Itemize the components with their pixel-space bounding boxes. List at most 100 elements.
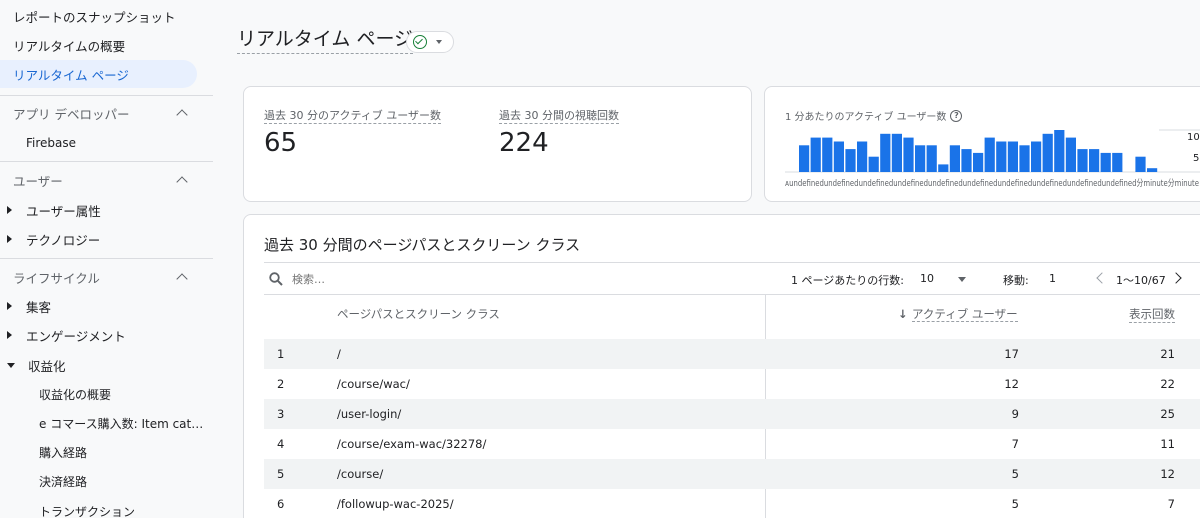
chart-bar[interactable] [996,141,1007,173]
row-page-path[interactable]: /course/exam-wac/32278/ [337,437,486,451]
chart-bar[interactable] [949,145,960,172]
sidebar-section-lifecycle[interactable]: ライフサイクル [13,263,188,291]
sidebar-item-report-snapshot[interactable]: レポートのスナップショット [13,2,176,30]
views-label[interactable]: 過去 30 分間の視聴回数 [499,109,619,124]
sidebar-item-transactions[interactable]: トランザクション [39,497,135,518]
row-index: 4 [277,437,285,451]
row-views: 25 [1160,407,1175,421]
sidebar-divider [0,95,213,96]
table-row[interactable]: 2 /course/wac/ 12 22 [264,369,1200,399]
chart-bar[interactable] [833,141,844,173]
column-header-active-users[interactable]: ↓ アクティブ ユーザー [898,306,1018,322]
table-row[interactable]: 4 /course/exam-wac/32278/ 7 11 [264,429,1200,459]
expand-arrow-icon [7,235,12,243]
sidebar-item-monetization[interactable]: 収益化 [7,351,66,379]
sidebar-item-realtime-overview[interactable]: リアルタイムの概要 [13,31,125,59]
sidebar-item-firebase[interactable]: Firebase [26,129,76,157]
sidebar-item-engagement[interactable]: エンゲージメント [7,321,126,349]
chart-bar[interactable] [1089,149,1100,172]
row-page-path[interactable]: /followup-wac-2025/ [337,497,454,511]
caret-down-icon[interactable] [958,277,966,282]
sidebar-section-user[interactable]: ユーザー [13,166,188,194]
row-active-users: 17 [1004,347,1019,361]
active-users-per-minute-card: 1 分あたりのアクティブ ユーザー数 ? 10 5 ᴀundefinedunde… [764,86,1200,202]
row-page-path[interactable]: /course/ [337,467,383,481]
chart-bar[interactable] [1031,141,1042,173]
sidebar-item-acquisition[interactable]: 集客 [7,292,51,320]
chart-bar[interactable] [961,149,972,172]
section-label: アプリ デベロッパー [13,106,130,122]
chart-bar[interactable] [1019,145,1030,172]
chart-bar[interactable] [1042,133,1053,172]
row-views: 7 [1167,497,1175,511]
column-header-views[interactable]: 表示回数 [1129,306,1175,323]
chart-bar[interactable] [926,145,937,172]
table-row[interactable]: 6 /followup-wac-2025/ 5 7 [264,489,1200,518]
chart-bar[interactable] [1100,152,1111,172]
y-tick-label: 10 [1187,132,1200,143]
table-row[interactable]: 5 /course/ 5 12 [264,459,1200,489]
chevron-up-icon [176,109,188,121]
row-index: 5 [277,467,285,481]
chart-bar[interactable] [973,152,984,172]
chart-bar[interactable] [822,137,833,172]
sparkline-bars [799,130,1158,173]
sidebar-item-technology[interactable]: テクノロジー [7,225,100,253]
search-input[interactable] [292,270,492,288]
chart-bar[interactable] [1054,130,1065,172]
pages-table-card: 過去 30 分間のページパスとスクリーン クラス 1 ページあたりの行数: 10… [243,214,1200,518]
chart-bar[interactable] [891,133,902,172]
chart-bar[interactable] [1007,141,1018,173]
prev-page-icon[interactable] [1096,272,1108,284]
item-label: ユーザー属性 [26,203,101,219]
goto-page-input[interactable]: 1 [1049,272,1056,285]
sidebar-item-checkout-journey[interactable]: 決済経路 [39,467,87,495]
row-page-path[interactable]: /user-login/ [337,407,401,421]
chart-bar[interactable] [915,145,926,172]
chart-bar[interactable] [880,133,891,172]
chart-bar[interactable] [1077,149,1088,172]
item-label: 集客 [26,299,52,315]
column-header-page-path[interactable]: ページパスとスクリーン クラス [337,306,500,322]
row-active-users: 9 [1011,407,1019,421]
rows-per-page-label: 1 ページあたりの行数: [791,274,904,287]
next-page-icon[interactable] [1170,272,1182,284]
chart-bar[interactable] [1147,168,1158,172]
goto-label: 移動: [1003,274,1029,287]
sidebar-item-realtime-pages[interactable]: リアルタイム ページ [0,60,197,88]
row-index: 1 [277,347,285,361]
sidebar-item-ecommerce-purchases[interactable]: e コマース購入数: Item cat… [39,409,203,437]
sidebar: レポートのスナップショット リアルタイムの概要 リアルタイム ページ アプリ デ… [0,0,213,518]
sidebar-item-purchase-journey[interactable]: 購入経路 [39,438,87,466]
chart-bar[interactable] [1112,152,1123,172]
chart-bar[interactable] [868,156,879,172]
expand-arrow-icon [7,302,12,310]
table-title: 過去 30 分間のページパスとスクリーン クラス [264,236,581,254]
collapse-arrow-icon [7,362,15,368]
page-title[interactable]: リアルタイム ページ [237,26,414,54]
item-label: テクノロジー [26,232,101,248]
rows-per-page-select[interactable]: 10 [920,272,934,285]
chart-bar[interactable] [903,137,914,172]
table-toolbar: 1 ページあたりの行数: 10 移動: 1 1〜10/67 [264,262,1200,295]
row-page-path[interactable]: / [337,347,341,361]
sidebar-divider [0,161,213,162]
row-index: 3 [277,407,285,421]
active-users-label[interactable]: 過去 30 分のアクティブ ユーザー数 [264,109,442,124]
chart-bar[interactable] [857,141,868,173]
sidebar-item-monetization-overview[interactable]: 収益化の概要 [39,380,111,408]
row-page-path[interactable]: /course/wac/ [337,377,410,391]
chart-bar[interactable] [984,137,995,172]
status-dropdown[interactable] [406,31,454,53]
sidebar-item-demographics[interactable]: ユーザー属性 [7,196,101,224]
chart-bar[interactable] [1065,137,1076,172]
table-row[interactable]: 1 / 17 21 [264,339,1200,369]
sidebar-section-app-developer[interactable]: アプリ デベロッパー [13,99,188,127]
chart-bar[interactable] [845,149,856,172]
chart-bar[interactable] [1135,156,1146,172]
table-row[interactable]: 3 /user-login/ 9 25 [264,399,1200,429]
chart-bar[interactable] [810,137,821,172]
active-users-value: 65 [264,128,298,158]
chart-bar[interactable] [799,145,810,172]
chart-bar[interactable] [938,164,949,172]
